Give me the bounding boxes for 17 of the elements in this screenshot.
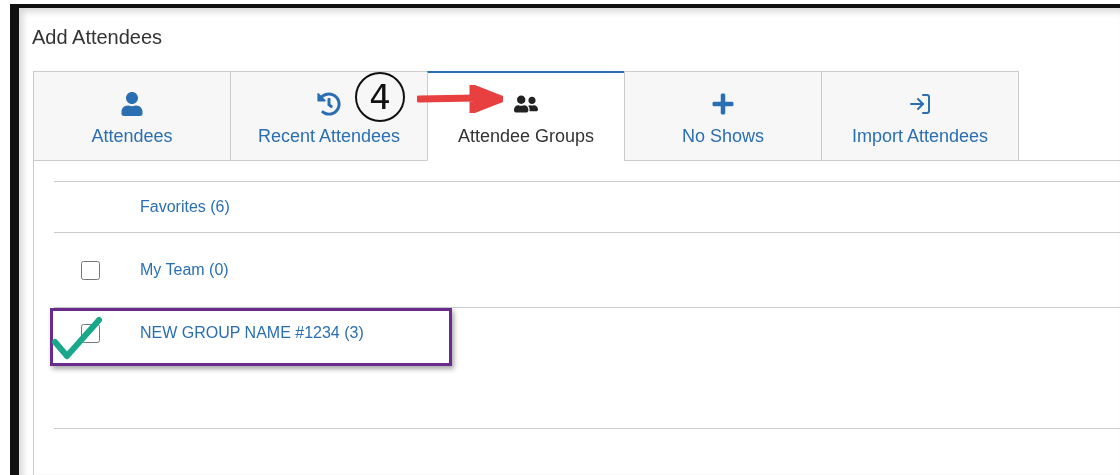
- dialog-title: Add Attendees: [32, 26, 164, 49]
- arrow-icon: [417, 85, 503, 113]
- checkbox[interactable]: [81, 324, 100, 343]
- group-link[interactable]: NEW GROUP NAME #1234 (3): [140, 324, 364, 342]
- tab[interactable]: No Shows: [624, 71, 822, 161]
- tab[interactable]: Attendee Groups: [427, 71, 625, 161]
- tab[interactable]: Import Attendees: [821, 71, 1019, 161]
- step-number: 4: [355, 72, 405, 122]
- group-link[interactable]: My Team (0): [140, 261, 229, 279]
- plus-icon: [711, 91, 735, 116]
- import-icon: [908, 91, 932, 116]
- checkbox[interactable]: [81, 260, 100, 280]
- tab[interactable]: Attendees: [33, 71, 231, 161]
- history-icon: [317, 91, 341, 116]
- person-icon: [120, 91, 144, 116]
- checkmark-icon: [51, 316, 103, 360]
- group-link[interactable]: Favorites (6): [140, 198, 230, 216]
